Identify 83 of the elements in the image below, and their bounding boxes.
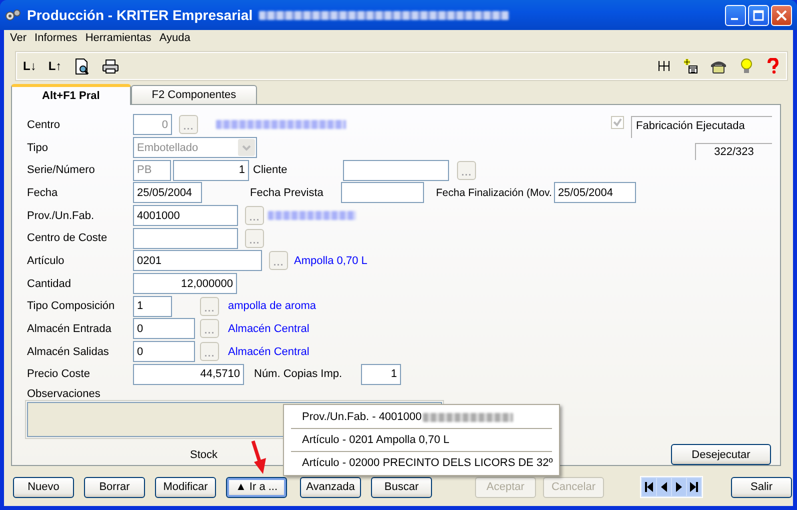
input-field[interactable]: 0201 (133, 250, 262, 272)
action-button[interactable]: ▲ Ir a ... (226, 476, 287, 498)
menu-item[interactable]: Artículo - 0201 Ampolla 0,70 L (284, 429, 559, 451)
ellipsis-icon (205, 332, 214, 334)
next-record-icon[interactable] (672, 478, 686, 496)
checkbox-label: Fabricación Ejecutada (631, 116, 772, 138)
field-label: Stock (190, 448, 218, 461)
input-field[interactable]: 25/05/2004 (133, 182, 202, 204)
input-field[interactable]: 44,5710 (133, 364, 244, 385)
ellipsis-icon (250, 219, 259, 222)
description-link[interactable]: ampolla de aroma (228, 300, 316, 312)
field-label: Fecha Prevista (250, 186, 324, 199)
menu-item[interactable]: Artículo - 02000 PRECINTO DELS LICORS DE 32º (284, 452, 559, 474)
action-button[interactable]: Avanzada (300, 476, 361, 498)
description-link[interactable]: Almacén Central (228, 322, 310, 335)
action-button[interactable]: Borrar (84, 476, 145, 498)
menu-item[interactable]: Herramientas (81, 32, 156, 44)
field-label: Centro de Coste (27, 232, 108, 244)
record-counter: 322/323 (695, 143, 772, 160)
ellipsis-icon (205, 310, 214, 312)
action-button[interactable]: Nuevo (13, 476, 74, 498)
input-field[interactable]: 0 (133, 341, 195, 362)
close-icon (776, 10, 787, 20)
field-label: Observaciones (27, 388, 102, 400)
close-button[interactable] (771, 4, 792, 26)
field-label: Serie/Número (27, 164, 96, 176)
field-label: Fecha (27, 186, 59, 199)
input-field[interactable] (341, 182, 424, 204)
input-field[interactable]: 4001000 (133, 205, 238, 226)
preview-icon[interactable] (74, 58, 90, 74)
field-label: Precio Coste (27, 368, 91, 380)
field-label: Cantidad (27, 278, 72, 290)
help-icon[interactable] (766, 58, 780, 74)
field-label: Tipo (27, 142, 49, 154)
tab[interactable]: Alt+F1 Pral (11, 84, 131, 105)
minimize-icon (731, 18, 738, 20)
field-label: Núm. Copias Imp. (254, 368, 344, 380)
window-title: Producción - KRITER Empresarial (27, 7, 253, 23)
menu-item[interactable]: Ver (6, 32, 31, 44)
input-field[interactable]: 12,000000 (133, 273, 237, 294)
input-field[interactable]: 25/05/2004 (554, 182, 636, 204)
sort-button[interactable]: L↓ (23, 59, 36, 73)
tab[interactable]: F2 Componentes (130, 85, 258, 104)
input-field[interactable] (133, 228, 238, 249)
description-link[interactable]: Ampolla 0,70 L (294, 254, 368, 267)
add-table-icon[interactable] (682, 58, 698, 74)
lightbulb-icon[interactable] (739, 58, 754, 74)
input-field[interactable]: 0 (133, 318, 195, 340)
action-button[interactable]: Modificar (155, 476, 216, 498)
action-button[interactable]: Buscar (371, 476, 432, 498)
maximize-button[interactable] (748, 4, 769, 26)
printer-icon[interactable] (102, 58, 119, 74)
menu-item[interactable]: Prov./Un.Fab. - 4001000 (284, 406, 559, 428)
menu-item[interactable]: Informes (30, 32, 82, 44)
input-field[interactable] (343, 160, 449, 181)
chevron-icon (242, 144, 251, 150)
input-field[interactable]: 1 (133, 296, 172, 317)
field-label: Fecha Finalización (Mov. (436, 186, 552, 199)
description-link[interactable]: Almacén Central (228, 346, 310, 358)
gears-icon (5, 9, 21, 21)
desejecutar-button[interactable]: Desejecutar (671, 444, 771, 466)
ellipsis-icon (250, 242, 259, 244)
minimize-button[interactable] (725, 4, 746, 26)
grid-icon[interactable] (658, 60, 670, 72)
field-label: Artículo (27, 254, 66, 267)
first-record-icon[interactable] (642, 478, 656, 496)
menu-item[interactable]: Ayuda (155, 32, 194, 44)
field-label: Prov./Un.Fab. (27, 210, 96, 222)
ellipsis-icon (205, 355, 214, 358)
action-button[interactable]: Salir (731, 476, 792, 498)
ellipsis-icon (274, 264, 283, 266)
last-record-icon[interactable] (687, 478, 701, 496)
sort-button[interactable]: L↑ (48, 59, 62, 73)
field-label: Almacén Salidas (27, 346, 110, 358)
maximize-icon (753, 10, 764, 20)
input-field[interactable]: 1 (361, 364, 401, 385)
field-label: Cliente (253, 164, 288, 176)
field-label: Centro (27, 118, 62, 130)
field-label: Almacén Entrada (27, 322, 112, 335)
phone-icon[interactable] (710, 58, 727, 74)
previous-record-icon[interactable] (657, 478, 671, 496)
field-label: Tipo Composición (27, 300, 116, 312)
ellipsis-icon (462, 174, 471, 176)
